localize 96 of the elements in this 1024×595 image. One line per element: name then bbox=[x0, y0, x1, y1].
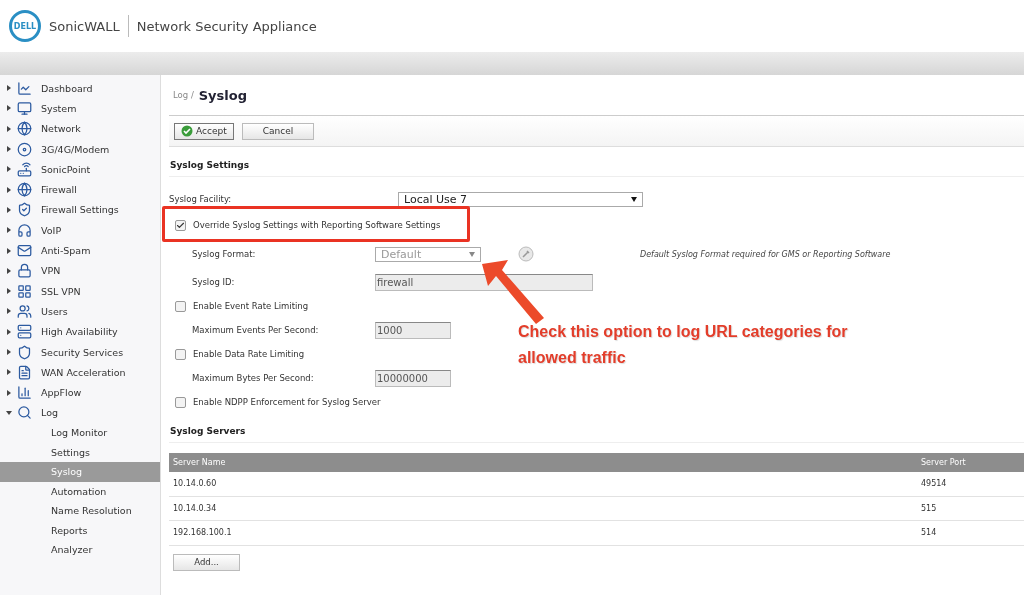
caret-icon[interactable] bbox=[6, 328, 12, 335]
checkbox-label: Enable Data Rate Limiting bbox=[193, 349, 305, 359]
checkbox[interactable] bbox=[175, 396, 186, 408]
sidebar-subitem[interactable]: Log Monitor bbox=[0, 423, 160, 443]
sidebar-subitem[interactable]: Automation bbox=[0, 481, 160, 502]
magnifier-icon bbox=[17, 405, 32, 421]
monitor-icon bbox=[17, 100, 32, 116]
sidebar-item[interactable]: 3G/4G/Modem bbox=[0, 138, 160, 160]
brand-name: SonicWALL bbox=[49, 18, 120, 34]
caret-icon[interactable] bbox=[6, 166, 12, 173]
lock-icon bbox=[17, 263, 32, 279]
hint-text: Default Syslog Format required for GMS or Reporting Software bbox=[640, 249, 891, 259]
breadcrumb-link[interactable]: Log / bbox=[173, 90, 194, 100]
column-header: Server Name bbox=[172, 458, 227, 467]
wrench-icon[interactable] bbox=[518, 246, 534, 262]
users-icon bbox=[17, 303, 32, 319]
table-cell-text: 49514 bbox=[920, 479, 947, 489]
bar-chart-icon bbox=[17, 385, 32, 401]
grid-icon bbox=[17, 283, 32, 299]
caret-icon[interactable] bbox=[6, 85, 12, 92]
caret-icon[interactable] bbox=[6, 409, 12, 416]
table-cell-text: 515 bbox=[920, 503, 937, 513]
checkbox[interactable] bbox=[175, 348, 186, 360]
sidebar-item[interactable]: High Availability bbox=[0, 321, 160, 342]
sidebar-item[interactable]: SSL VPN bbox=[0, 280, 160, 302]
table-cell-text: 10.14.0.34 bbox=[172, 503, 218, 513]
section-title: Syslog Settings bbox=[169, 147, 1024, 177]
caret-icon[interactable] bbox=[6, 288, 12, 295]
sidebar-subitem[interactable]: Analyzer bbox=[0, 540, 160, 560]
caret-icon[interactable] bbox=[6, 146, 12, 153]
check-circle-icon bbox=[181, 125, 193, 137]
checkbox-label: Override Syslog Settings with Reporting Software Settings bbox=[193, 220, 441, 230]
caret-icon[interactable] bbox=[6, 267, 12, 274]
server-icon bbox=[17, 324, 32, 340]
sidebar-item[interactable]: Firewall Settings bbox=[0, 199, 160, 221]
sidebar-item[interactable]: SonicPoint bbox=[0, 159, 160, 180]
headset-icon bbox=[17, 222, 32, 238]
logo: DELL bbox=[9, 10, 41, 42]
table-cell-text: 192.168.100.1 bbox=[172, 528, 233, 538]
checkbox[interactable] bbox=[175, 219, 186, 231]
column-header: Server Port bbox=[920, 458, 966, 467]
sidebar-item[interactable]: Security Services bbox=[0, 341, 160, 363]
caret-icon[interactable] bbox=[6, 186, 12, 193]
sidebar-item[interactable]: Dashboard bbox=[0, 78, 160, 99]
checkbox-label: Enable Event Rate Limiting bbox=[193, 301, 309, 311]
caret-icon[interactable] bbox=[6, 247, 12, 254]
field-label: Maximum Events Per Second: bbox=[191, 325, 320, 335]
checkbox[interactable] bbox=[175, 300, 186, 312]
field-label: Syslog ID: bbox=[191, 277, 236, 287]
add-button[interactable]: Add... bbox=[173, 553, 240, 571]
table-cell-text: 514 bbox=[920, 528, 937, 538]
sidebar-subitem[interactable]: Reports bbox=[0, 520, 160, 541]
globe-icon bbox=[17, 121, 32, 137]
accept-button[interactable]: Accept bbox=[174, 122, 234, 140]
sidebar-subitem[interactable]: Settings bbox=[0, 442, 160, 463]
dropdown-arrow-icon bbox=[469, 251, 475, 257]
sidebar-item[interactable]: VoIP bbox=[0, 220, 160, 241]
globe-icon bbox=[17, 182, 32, 198]
disc-icon bbox=[17, 141, 32, 157]
field-label: Maximum Bytes Per Second: bbox=[191, 373, 315, 383]
arrow-icon bbox=[482, 260, 544, 324]
page-title: Syslog bbox=[198, 87, 248, 103]
sidebar-item[interactable]: Log bbox=[0, 402, 160, 424]
caret-icon[interactable] bbox=[6, 389, 12, 396]
document-icon bbox=[17, 364, 32, 380]
caret-icon[interactable] bbox=[6, 349, 12, 355]
table-cell-text: 10.14.0.60 bbox=[172, 479, 218, 489]
caret-icon[interactable] bbox=[6, 125, 12, 132]
dropdown[interactable]: Local Use 7 bbox=[398, 191, 643, 207]
caret-icon[interactable] bbox=[6, 206, 12, 213]
sidebar-item[interactable]: Users bbox=[0, 301, 160, 322]
sidebar-item[interactable]: AppFlow bbox=[0, 382, 160, 403]
sidebar-item[interactable]: VPN bbox=[0, 260, 160, 281]
router-icon bbox=[17, 161, 32, 177]
sidebar-item[interactable]: Anti-Spam bbox=[0, 240, 160, 261]
sidebar-item[interactable]: Firewall bbox=[0, 179, 160, 200]
sidebar-subitem[interactable]: Name Resolution bbox=[0, 501, 160, 521]
sidebar-item[interactable]: Network bbox=[0, 118, 160, 139]
caret-icon[interactable] bbox=[6, 308, 12, 315]
shield-icon bbox=[17, 344, 32, 360]
product-name: Network Security Appliance bbox=[136, 18, 317, 34]
mail-icon bbox=[17, 243, 32, 258]
shield-check-icon bbox=[17, 202, 32, 218]
line-chart-icon bbox=[17, 80, 32, 96]
field-label: Syslog Format: bbox=[191, 249, 257, 259]
annotation-text: Check this option to log URL categories for allowed traffic bbox=[518, 322, 849, 368]
sidebar-item[interactable]: System bbox=[0, 98, 160, 119]
caret-icon[interactable] bbox=[6, 105, 12, 112]
section-title: Syslog Servers bbox=[169, 414, 1024, 443]
field-label: Syslog Facility: bbox=[169, 194, 233, 204]
checkbox-label: Enable NDPP Enforcement for Syslog Server bbox=[193, 397, 381, 407]
caret-icon[interactable] bbox=[6, 227, 12, 234]
sidebar-item[interactable]: WAN Acceleration bbox=[0, 362, 160, 383]
cancel-button[interactable]: Cancel bbox=[241, 122, 315, 140]
caret-icon[interactable] bbox=[6, 369, 12, 376]
dropdown-arrow-icon bbox=[631, 196, 637, 202]
